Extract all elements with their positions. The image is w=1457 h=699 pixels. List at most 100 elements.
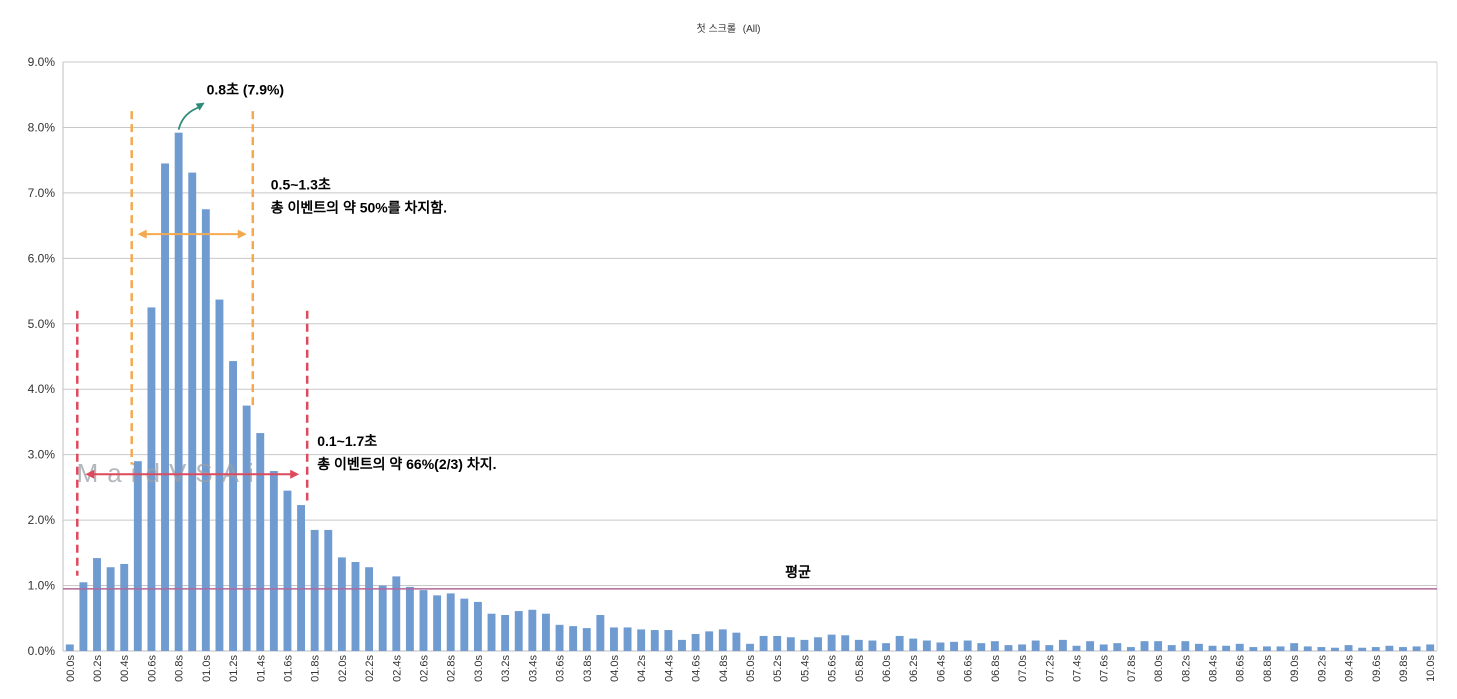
bar	[895, 635, 904, 651]
x-tick-label: 05.4s	[799, 655, 811, 682]
x-tick-label: 08.4s	[1208, 655, 1220, 682]
x-tick-label: 00.6s	[146, 655, 158, 682]
x-tick-label: 05.0s	[745, 655, 757, 682]
orange-arrowhead-left	[137, 229, 147, 239]
x-tick-label: 04.2s	[636, 655, 648, 682]
y-tick-label: 9.0%	[28, 55, 56, 69]
y-tick-label: 8.0%	[28, 120, 56, 134]
x-tick-label: 05.6s	[827, 655, 839, 682]
bar-chart: 0.0% 1.0% 2.0% 3.0% 4.0% 5.0% 6.0% 7.0% 8.0% 9.0%…	[28, 55, 1438, 682]
x-tick-label: 05.2s	[772, 655, 784, 682]
bar	[1222, 645, 1231, 651]
bar	[528, 609, 537, 651]
x-tick-label: 05.8s	[854, 655, 866, 682]
bar	[1004, 645, 1013, 651]
y-tick-label: 5.0%	[28, 317, 56, 331]
bar	[324, 529, 333, 651]
x-tick-label: 04.0s	[609, 655, 621, 682]
bar	[827, 634, 836, 651]
bar	[1371, 647, 1380, 651]
bar	[1317, 647, 1326, 651]
bar	[705, 631, 714, 651]
y-axis-tick-labels: 0.0% 1.0% 2.0% 3.0% 4.0% 5.0% 6.0% 7.0% 8.0% 9.0%	[28, 55, 56, 658]
bar	[759, 635, 768, 651]
bar	[773, 635, 782, 651]
bar	[786, 637, 795, 651]
x-tick-label: 08.6s	[1235, 655, 1247, 682]
bar	[909, 638, 918, 651]
x-tick-label: 03.6s	[555, 655, 567, 682]
peak-label: 0.8초 (7.9%)	[207, 82, 284, 98]
x-tick-label: 08.2s	[1180, 655, 1192, 682]
x-tick-label: 08.0s	[1153, 655, 1165, 682]
bar	[106, 567, 115, 651]
bar	[1086, 641, 1095, 651]
orange-range-description: 총 이벤트의 약 50%를 차지함.	[271, 200, 447, 216]
annotations: 평균 MaidVSAi 0.5~1.3초총 이벤트의 약 50%를 차지함. 0.1~…	[63, 82, 1437, 590]
bar	[678, 639, 686, 651]
bar	[882, 643, 890, 651]
x-tick-label: 01.8s	[310, 655, 322, 682]
bar	[963, 640, 972, 651]
bar	[1018, 644, 1027, 651]
bar	[120, 563, 129, 651]
red-arrowhead-right	[290, 469, 300, 479]
bar	[188, 172, 197, 651]
bar	[1154, 641, 1163, 651]
bar	[1045, 645, 1054, 651]
x-tick-label: 02.6s	[419, 655, 431, 682]
bar	[229, 361, 237, 651]
watermark-text: MaidVSAi	[77, 458, 263, 488]
x-tick-label: 03.2s	[500, 655, 512, 682]
bar	[800, 639, 809, 651]
bar	[541, 613, 550, 651]
bar	[569, 626, 578, 651]
bar	[460, 598, 469, 651]
x-tick-label: 06.8s	[990, 655, 1002, 682]
bar	[405, 586, 414, 651]
bar	[174, 132, 183, 651]
x-tick-label: 04.8s	[718, 655, 730, 682]
red-range-label: 0.1~1.7초	[317, 433, 377, 449]
x-tick-label: 09.0s	[1289, 655, 1301, 682]
bar	[79, 582, 88, 651]
bar	[351, 561, 360, 651]
x-tick-label: 06.2s	[908, 655, 920, 682]
bar	[269, 471, 278, 651]
x-tick-label: 01.4s	[255, 655, 267, 682]
bar	[664, 630, 673, 651]
bar	[650, 630, 659, 651]
x-tick-label: 10.0s	[1425, 655, 1437, 682]
bar	[1167, 645, 1176, 651]
x-tick-label: 09.2s	[1316, 655, 1328, 682]
bar	[337, 557, 346, 651]
bar	[596, 615, 605, 651]
bar	[1263, 646, 1271, 651]
bar	[514, 611, 523, 651]
bar	[1099, 644, 1108, 651]
bar	[977, 643, 986, 651]
bar	[637, 629, 646, 651]
bar	[1235, 643, 1244, 651]
x-tick-label: 03.0s	[473, 655, 485, 682]
bar	[1331, 647, 1339, 651]
bar	[133, 461, 142, 651]
average-label: 평균	[785, 564, 811, 580]
bar	[623, 627, 632, 651]
y-tick-label: 3.0%	[28, 448, 56, 462]
x-tick-label: 00.4s	[119, 655, 131, 682]
bar	[610, 627, 618, 651]
bar	[691, 633, 700, 651]
bar	[1276, 646, 1285, 651]
bar	[1072, 645, 1081, 651]
x-tick-label: 06.6s	[963, 655, 975, 682]
x-tick-label: 02.2s	[364, 655, 376, 682]
bar	[161, 163, 169, 651]
x-tick-label: 03.8s	[582, 655, 594, 682]
x-tick-label: 04.4s	[663, 655, 675, 682]
bar	[1031, 640, 1040, 651]
gridlines	[62, 61, 1438, 652]
y-tick-label: 1.0%	[28, 579, 56, 593]
bar	[555, 624, 564, 651]
bar	[283, 490, 292, 651]
